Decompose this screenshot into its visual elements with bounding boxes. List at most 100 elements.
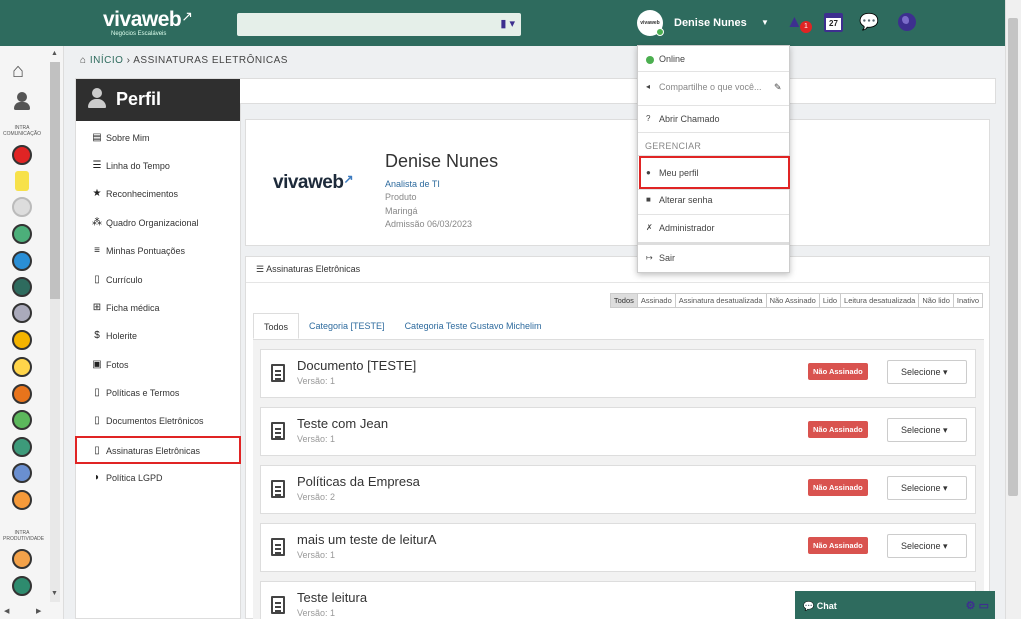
avatar[interactable]: vivaweb: [637, 10, 664, 36]
menu-item-ficha-medica[interactable]: ⊞ Ficha médica: [76, 294, 242, 322]
signatures-title: Assinaturas Eletrônicas: [266, 264, 361, 274]
menu-item-fotos[interactable]: ▣ Fotos: [76, 351, 242, 379]
admin-label: Administrador: [659, 223, 715, 233]
list-item: Teste com Jean Versão: 1 Não Assinado Se…: [260, 407, 976, 456]
book-icon[interactable]: ▮: [500, 18, 506, 30]
docs-app-icon[interactable]: [12, 490, 32, 510]
share-status-input[interactable]: ◂ Compartilhe o que você... ✎: [638, 82, 789, 92]
tab-todos[interactable]: Todos: [253, 313, 300, 339]
menu-item-documentos-eletronicos[interactable]: ▯ Documentos Eletrônicos: [76, 407, 242, 435]
tab-categoria-gustavo[interactable]: Categoria Teste Gustavo Michelim: [395, 313, 552, 339]
breadcrumb: ⌂ INÍCIO › ASSINATURAS ELETRÔNICAS: [80, 55, 288, 66]
tree-app-icon[interactable]: [12, 384, 32, 404]
book-app-icon[interactable]: [12, 224, 32, 244]
presentation-app-icon[interactable]: [12, 330, 32, 350]
list-item: Documento [TESTE] Versão: 1 Não Assinado…: [260, 349, 976, 398]
user-name[interactable]: Denise Nunes: [674, 17, 747, 29]
logo-text: vivaweb: [103, 8, 182, 31]
sidebar-scroll-right-icon[interactable]: ▶: [36, 607, 41, 615]
sidebar-scrollbar-thumb[interactable]: [50, 62, 60, 299]
search-controls[interactable]: ▮ ▾: [500, 17, 515, 30]
my-profile-item[interactable]: ● Meu perfil: [638, 168, 789, 178]
open-ticket-item[interactable]: ? Abrir Chamado: [638, 114, 789, 124]
filter-todos[interactable]: Todos: [609, 293, 638, 308]
breadcrumb-current: ASSINATURAS ELETRÔNICAS: [133, 55, 288, 66]
change-password-item[interactable]: ■ Alterar senha: [638, 195, 789, 205]
menu-item-curriculo[interactable]: ▯ Currículo: [76, 266, 242, 294]
action-select[interactable]: Selecione ▾: [887, 534, 967, 558]
chat-bubbles-icon[interactable]: 💬: [859, 12, 879, 32]
ribbon-app-icon[interactable]: [15, 171, 29, 191]
admin-item[interactable]: ✗ Administrador: [638, 223, 789, 233]
notes-app-icon[interactable]: [12, 357, 32, 377]
wrench-icon: ✗: [646, 223, 653, 232]
menu-item-holerite[interactable]: $ Holerite: [76, 322, 242, 350]
action-select[interactable]: Selecione ▾: [887, 418, 967, 442]
brand-logo[interactable]: vivaweb↗ Negócios Escaláveis: [103, 8, 193, 37]
document-version: Versão: 1: [297, 608, 336, 618]
user-icon[interactable]: [13, 92, 31, 110]
documents-list: Documento [TESTE] Versão: 1 Não Assinado…: [253, 339, 984, 619]
filter-lido[interactable]: Lido: [818, 293, 842, 308]
home-small-icon[interactable]: ⌂: [80, 55, 87, 66]
company-logo-text: vivaweb: [273, 172, 344, 193]
calendar-icon[interactable]: 27: [824, 13, 843, 32]
tab-categoria-teste[interactable]: Categoria [TESTE]: [299, 313, 395, 339]
filter-assinado[interactable]: Assinado: [636, 293, 676, 308]
pencil-app-icon[interactable]: [12, 576, 32, 596]
menu-item-reconhecimentos[interactable]: ★ Reconhecimentos: [76, 180, 242, 208]
star-icon: ★: [92, 188, 102, 199]
gallery-app-icon[interactable]: [12, 410, 32, 430]
gear-app-icon[interactable]: [12, 197, 32, 217]
home-icon[interactable]: ⌂: [12, 60, 24, 83]
sidebar-scroll-down-icon[interactable]: ▼: [51, 590, 58, 597]
browser-app-icon[interactable]: [12, 437, 32, 457]
action-select[interactable]: Selecione ▾: [887, 360, 967, 384]
building-app-icon[interactable]: [12, 463, 32, 483]
phone-app-icon[interactable]: [12, 277, 32, 297]
menu-item-minhas-pontuacoes[interactable]: ≡ Minhas Pontuações: [76, 237, 242, 265]
breadcrumb-home[interactable]: INÍCIO: [90, 55, 124, 66]
window-icon[interactable]: ▭: [979, 600, 989, 612]
globe-icon[interactable]: [898, 13, 916, 31]
logout-label: Sair: [659, 253, 676, 263]
profile-city: Maringá: [385, 206, 418, 216]
sidebar-scroll-left-icon[interactable]: ◀: [4, 607, 9, 615]
team-app-icon[interactable]: [12, 303, 32, 323]
alert-app-icon[interactable]: [12, 145, 32, 165]
chat-bar[interactable]: 💬 Chat ⚙ ▭: [795, 591, 995, 619]
sidebar-scroll-up-icon[interactable]: ▲: [51, 50, 58, 57]
page-scrollbar[interactable]: [1005, 0, 1021, 619]
action-select[interactable]: Selecione ▾: [887, 476, 967, 500]
menu-item-assinaturas-eletronicas[interactable]: ▯ Assinaturas Eletrônicas: [75, 436, 241, 464]
filter-nao-lido[interactable]: Não lido: [918, 293, 954, 308]
menu-item-sobre-mim[interactable]: ▤ Sobre Mim: [76, 124, 242, 152]
caret-down-icon[interactable]: ▾: [509, 18, 515, 30]
gear-icon[interactable]: ⚙: [966, 600, 976, 612]
info-app-icon[interactable]: [12, 251, 32, 271]
pencil-icon[interactable]: ✎: [774, 82, 782, 93]
page-scrollbar-thumb[interactable]: [1008, 18, 1018, 496]
filter-nao-assinado[interactable]: Não Assinado: [765, 293, 820, 308]
filter-assinatura-desatualizada[interactable]: Assinatura desatualizada: [674, 293, 767, 308]
timer-app-icon[interactable]: [12, 549, 32, 569]
user-menu-caret-icon[interactable]: ▼: [761, 18, 769, 27]
file-icon: ▯: [94, 387, 100, 398]
document-version: Versão: 2: [297, 492, 336, 502]
filter-leitura-desatualizada[interactable]: Leitura desatualizada: [840, 293, 920, 308]
menu-item-label: Sobre Mim: [106, 133, 150, 143]
menu-item-politica-lgpd[interactable]: ◗ Política LGPD: [76, 464, 242, 492]
menu-item-quadro-organizacional[interactable]: ⁂ Quadro Organizacional: [76, 209, 242, 237]
search-input[interactable]: ▮ ▾: [237, 13, 521, 36]
status-filter-group: Todos Assinado Assinatura desatualizada …: [609, 293, 983, 308]
filter-inativo[interactable]: Inativo: [952, 293, 983, 308]
menu-item-politicas-termos[interactable]: ▯ Políticas e Termos: [76, 379, 242, 407]
caret-down-icon: ▾: [943, 425, 948, 435]
list-icon: ☰: [92, 160, 102, 171]
status-online-item[interactable]: Online: [638, 54, 789, 64]
logout-item[interactable]: ↦ Sair: [638, 253, 789, 263]
menu-item-linha-do-tempo[interactable]: ☰ Linha do Tempo: [76, 152, 242, 180]
document-title: Documento [TESTE]: [297, 358, 417, 373]
lock-icon: ■: [646, 195, 651, 204]
profile-role[interactable]: Analista de TI: [385, 179, 440, 189]
